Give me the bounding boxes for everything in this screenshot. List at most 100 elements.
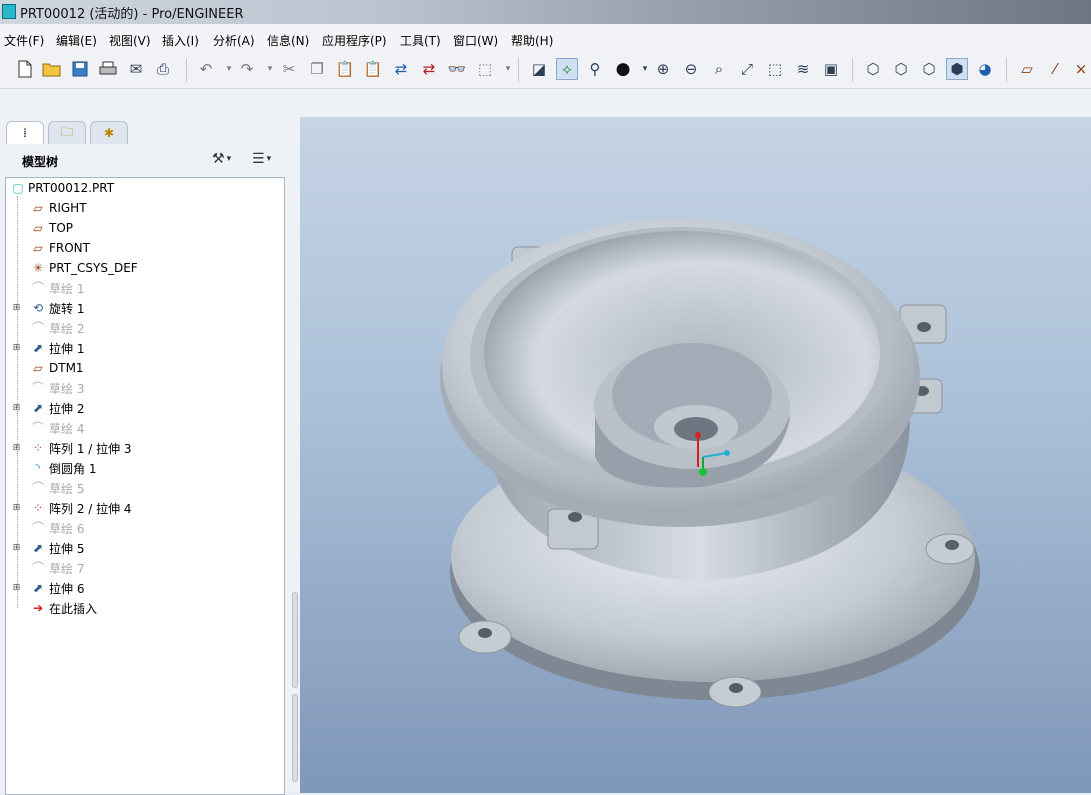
tree-item[interactable]: ✳ PRT_CSYS_DEF <box>6 259 282 277</box>
datum-plane-display-icon[interactable]: ▱ <box>1016 58 1038 80</box>
layers-icon[interactable]: ≋ <box>792 58 814 80</box>
paste-icon[interactable]: 📋 <box>334 58 356 80</box>
open-folder-icon[interactable] <box>41 58 63 80</box>
orient-mode-icon[interactable]: ⚲ <box>584 58 606 80</box>
save-icon[interactable] <box>69 58 91 80</box>
menu-applications[interactable]: 应用程序(P) <box>322 32 387 49</box>
menu-view[interactable]: 视图(V) <box>109 32 151 49</box>
sketch-icon: ⌒ <box>31 521 44 535</box>
graphics-viewport[interactable] <box>300 117 1091 793</box>
enhanced-realism-icon[interactable]: ◕ <box>974 58 996 80</box>
shading-icon[interactable]: ⬢ <box>946 58 968 80</box>
model-tree-icon: ⁞ <box>23 126 27 140</box>
regenerate-manager-icon[interactable]: ⇄ <box>418 58 440 80</box>
appearance-ball-icon[interactable]: ● <box>612 58 634 80</box>
panel-splitter[interactable] <box>291 592 299 782</box>
tab-model-tree[interactable]: ⁞ <box>6 121 44 144</box>
datum-plane-icon: ▱ <box>33 201 43 215</box>
tree-item-label: 旋转 1 <box>49 301 85 316</box>
saved-views-icon[interactable]: ⬚ <box>764 58 786 80</box>
tree-item-label: TOP <box>49 221 74 235</box>
repaint-icon[interactable]: ◪ <box>528 58 550 80</box>
select-dropdown-icon[interactable]: ▾ <box>497 58 519 80</box>
extrude-icon: ⬈ <box>32 341 44 355</box>
tree-item[interactable]: ⊞ ⬈ 拉伸 2 <box>6 399 282 417</box>
copy-icon[interactable]: ❐ <box>306 58 328 80</box>
select-box-icon[interactable]: ⬚ <box>474 58 496 80</box>
tree-item[interactable]: ⊞ ⁘ 阵列 1 / 拉伸 3 <box>6 439 282 457</box>
send-link-icon[interactable]: ⎙ <box>152 58 174 80</box>
menu-analysis[interactable]: 分析(A) <box>213 32 255 49</box>
tree-item[interactable]: ⊞ ⬈ 拉伸 6 <box>6 579 282 597</box>
menu-info[interactable]: 信息(N) <box>267 32 309 49</box>
expand-icon[interactable]: ⊞ <box>12 583 21 593</box>
send-mail-icon[interactable]: ✉ <box>125 58 147 80</box>
tree-item[interactable]: ▱ RIGHT <box>6 199 282 217</box>
tree-item[interactable]: ⊞ ⬈ 拉伸 5 <box>6 539 282 557</box>
model-tree-header: 模型树 ⚒ ▾ ☰ ▾ <box>0 143 300 175</box>
tree-item[interactable]: ▱ TOP <box>6 219 282 237</box>
tree-settings-button[interactable]: ⚒ ▾ <box>212 149 231 169</box>
tree-item[interactable]: ▱ FRONT <box>6 239 282 257</box>
tab-folder-browser[interactable]: 🗀 <box>48 121 86 144</box>
tab-favorites[interactable]: ✱ <box>90 121 128 144</box>
tree-item[interactable]: ⌒ 草绘 7 <box>6 559 282 577</box>
tree-item[interactable]: ⌒ 草绘 5 <box>6 479 282 497</box>
refit-icon[interactable]: ⌕ <box>708 58 730 80</box>
tree-item[interactable]: ⌒ 草绘 1 <box>6 279 282 297</box>
insert-here-arrow-icon: ➔ <box>32 601 44 615</box>
reorient-icon[interactable]: ⤢ <box>736 58 758 80</box>
datum-plane-icon: ▱ <box>33 221 43 235</box>
new-file-icon[interactable] <box>14 58 36 80</box>
hidden-line-icon[interactable]: ⬡ <box>890 58 912 80</box>
undo-icon[interactable]: ↶ <box>195 58 217 80</box>
expand-icon[interactable]: ⊞ <box>12 443 21 453</box>
wireframe-icon[interactable]: ⬡ <box>862 58 884 80</box>
tree-item-label: 草绘 6 <box>49 521 85 536</box>
menu-file[interactable]: 文件(F) <box>4 32 44 49</box>
cut-icon[interactable]: ✂ <box>278 58 300 80</box>
tree-item[interactable]: ⌒ 草绘 2 <box>6 319 282 337</box>
zoom-out-icon[interactable]: ⊖ <box>680 58 702 80</box>
splitter-grip-upper[interactable] <box>292 592 298 688</box>
part-icon: ▢ <box>12 181 24 195</box>
part-model-render[interactable] <box>300 117 1091 793</box>
expand-icon[interactable]: ⊞ <box>12 343 21 353</box>
regenerate-icon[interactable]: ⇄ <box>390 58 412 80</box>
tree-item[interactable]: ⊞ ⟲ 旋转 1 <box>6 299 282 317</box>
expand-icon[interactable]: ⊞ <box>12 503 21 513</box>
spin-center-icon[interactable]: ⟡ <box>556 58 578 80</box>
tree-item[interactable]: ⌒ 草绘 4 <box>6 419 282 437</box>
tree-item[interactable]: ▱ DTM1 <box>6 359 282 377</box>
expand-icon[interactable]: ⊞ <box>12 403 21 413</box>
tree-item[interactable]: ⌒ 草绘 6 <box>6 519 282 537</box>
tree-item[interactable]: ◝ 倒圆角 1 <box>6 459 282 477</box>
datum-point-display-icon[interactable]: × <box>1070 58 1091 80</box>
expand-icon[interactable]: ⊞ <box>12 543 21 553</box>
menu-tools[interactable]: 工具(T) <box>400 32 441 49</box>
expand-icon[interactable]: ⊞ <box>12 303 21 313</box>
menu-insert[interactable]: 插入(I) <box>162 32 199 49</box>
tree-item[interactable]: ⌒ 草绘 3 <box>6 379 282 397</box>
tree-item[interactable]: ⊞ ⬈ 拉伸 1 <box>6 339 282 357</box>
view-manager-icon[interactable]: ▣ <box>820 58 842 80</box>
splitter-grip-lower[interactable] <box>292 694 298 782</box>
tree-item[interactable]: ⊞ ⁘ 阵列 2 / 拉伸 4 <box>6 499 282 517</box>
tree-root[interactable]: ▢ PRT00012.PRT <box>6 179 282 197</box>
print-icon[interactable] <box>97 58 119 80</box>
menu-window[interactable]: 窗口(W) <box>453 32 498 49</box>
show-menu-button[interactable]: ☰ ▾ <box>252 149 271 169</box>
datum-axis-display-icon[interactable]: ⁄ <box>1044 58 1066 80</box>
no-hidden-icon[interactable]: ⬡ <box>918 58 940 80</box>
model-tree-title: 模型树 <box>22 155 59 169</box>
redo-icon[interactable]: ↷ <box>236 58 258 80</box>
menu-help[interactable]: 帮助(H) <box>511 32 553 49</box>
menu-edit[interactable]: 编辑(E) <box>56 32 97 49</box>
tree-item-label: 草绘 1 <box>49 281 85 296</box>
zoom-in-icon[interactable]: ⊕ <box>652 58 674 80</box>
tree-item[interactable]: ➔ 在此插入 <box>6 599 282 617</box>
tree-settings-icon: ⚒ <box>212 151 225 167</box>
find-icon[interactable]: 👓 <box>446 58 468 80</box>
paste-special-icon[interactable]: 📋 <box>362 58 384 80</box>
tree-item-label: 草绘 5 <box>49 481 85 496</box>
